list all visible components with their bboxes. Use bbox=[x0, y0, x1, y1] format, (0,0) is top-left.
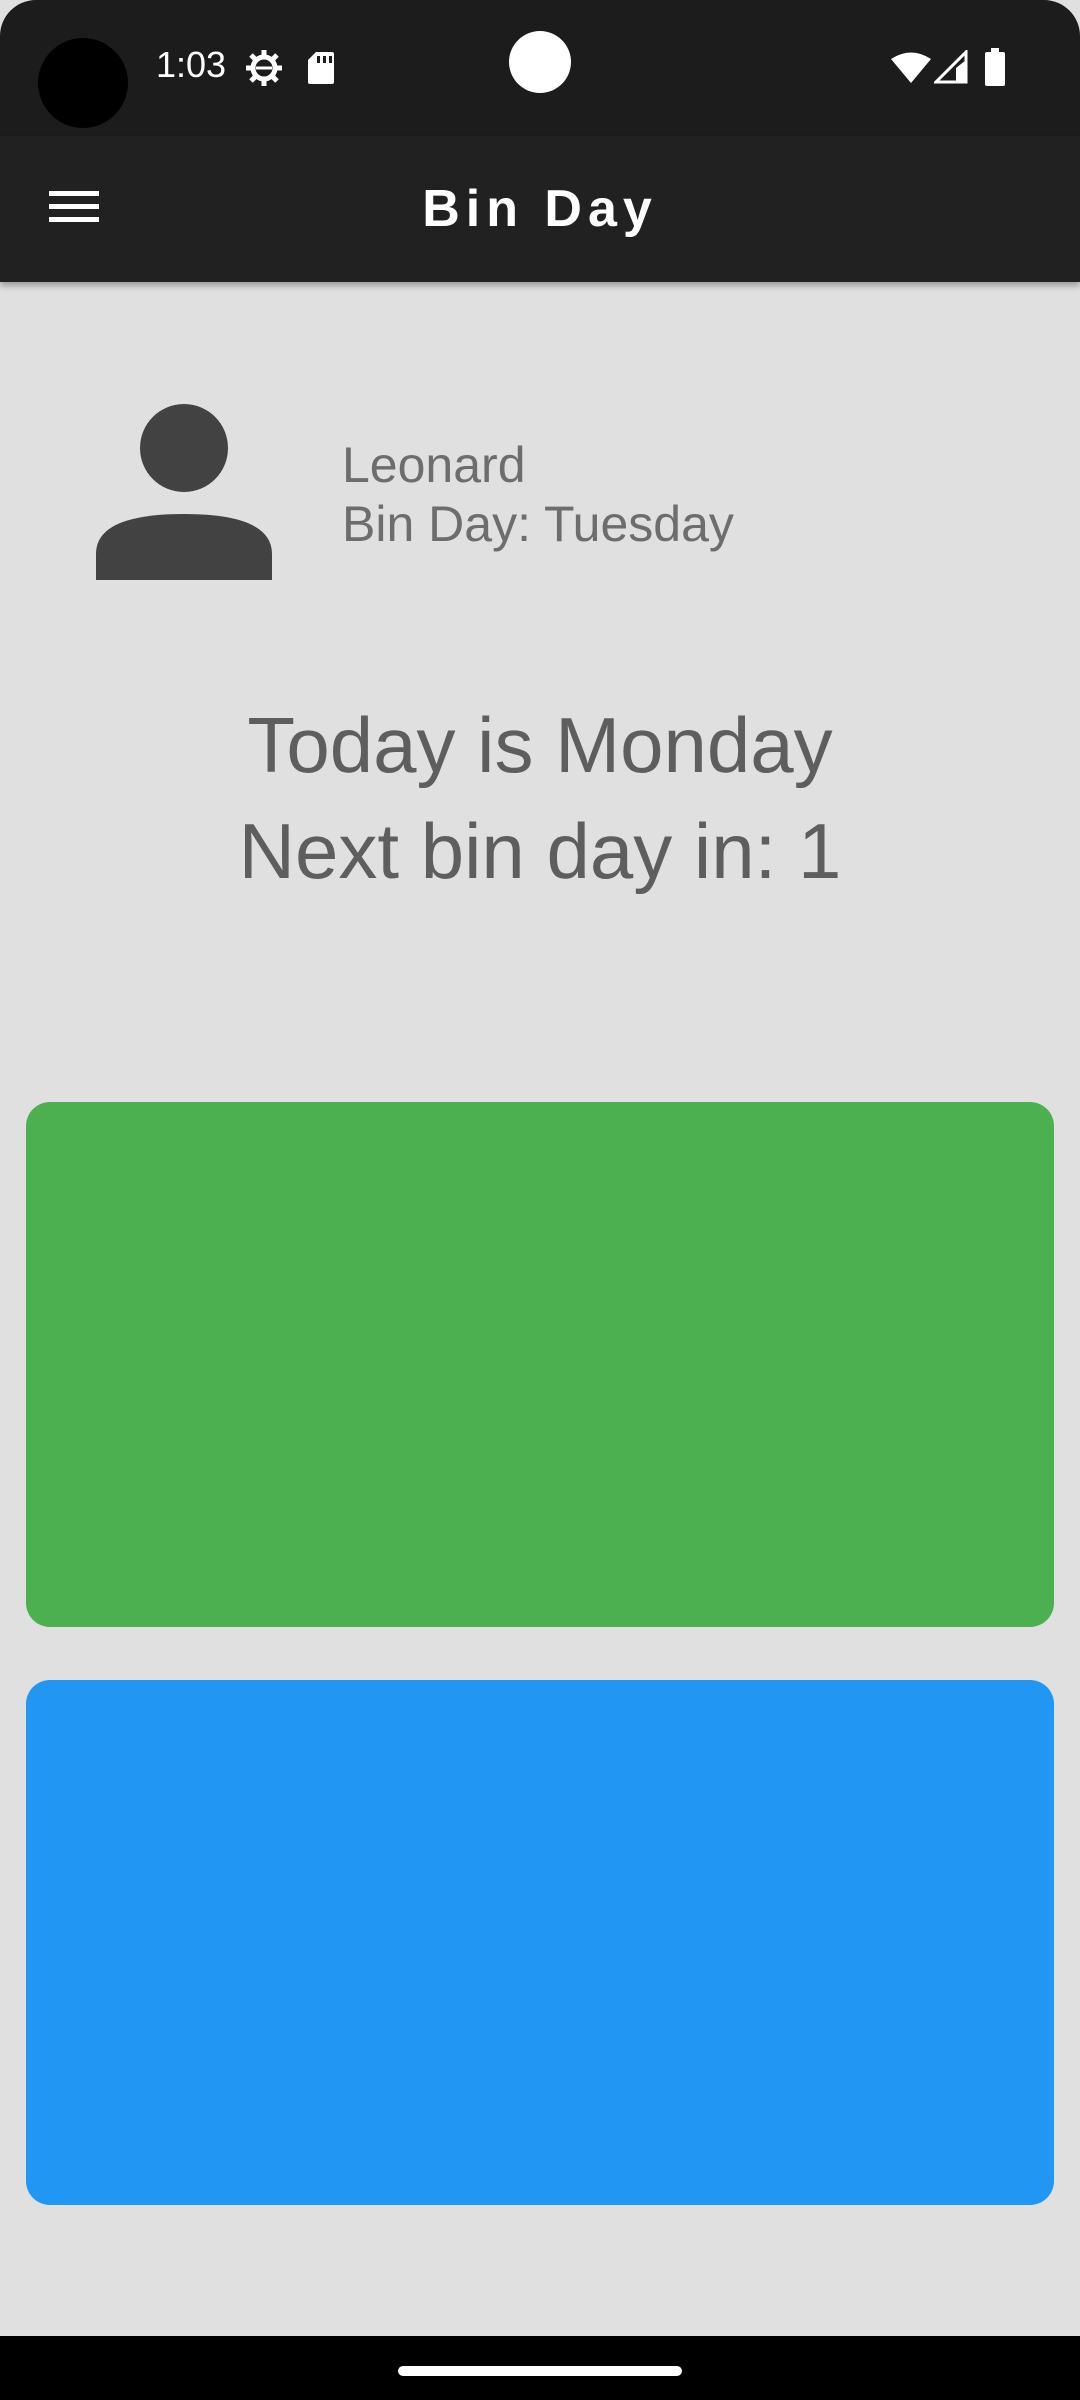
app-title: Bin Day bbox=[422, 180, 658, 238]
wifi-icon bbox=[890, 52, 932, 89]
green-bin-card[interactable] bbox=[26, 1102, 1054, 1627]
cell-signal-icon bbox=[932, 48, 968, 89]
today-text: Today is Monday bbox=[247, 701, 833, 789]
navigation-bar bbox=[0, 2336, 1080, 2400]
next-bin-day-text: Next bin day in: 1 bbox=[238, 807, 842, 895]
profile-name: Leonard bbox=[342, 437, 526, 493]
blue-bin-card[interactable] bbox=[26, 1680, 1054, 2205]
status-bar: 1:03 bbox=[0, 0, 1080, 136]
battery-icon bbox=[984, 48, 1006, 91]
profile-bin-day: Bin Day: Tuesday bbox=[342, 496, 734, 552]
camera-cutout bbox=[38, 38, 128, 128]
sd-card-icon bbox=[306, 50, 336, 91]
app-bar: Bin Day bbox=[0, 136, 1080, 282]
hamburger-menu-icon bbox=[49, 189, 99, 230]
settings-gear-icon bbox=[244, 48, 284, 93]
home-gesture-handle[interactable] bbox=[398, 2366, 682, 2376]
front-camera-dot bbox=[509, 31, 571, 93]
person-icon bbox=[96, 404, 272, 580]
menu-button[interactable] bbox=[30, 174, 118, 244]
screen: 1:03 Bin Day Leonard Bin Day: Tuesday To… bbox=[0, 0, 1080, 2400]
status-time: 1:03 bbox=[156, 44, 227, 85]
